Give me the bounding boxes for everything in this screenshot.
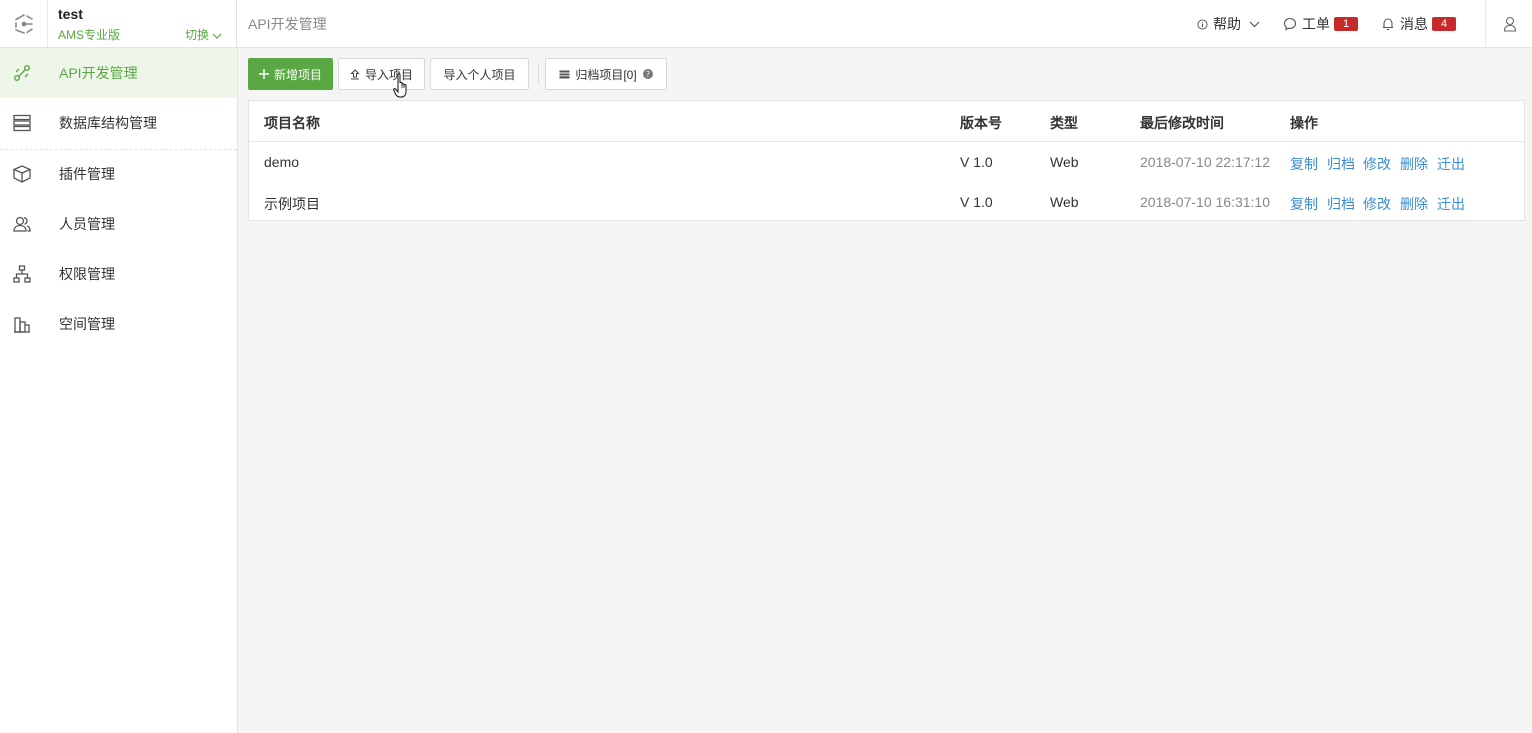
table-row[interactable]: demo V 1.0 Web 2018-07-10 22:17:12 复制 归档…: [249, 142, 1524, 182]
sidebar-item-api-dev[interactable]: API开发管理: [0, 48, 237, 98]
project-modified: 2018-07-10 16:31:10: [1140, 194, 1270, 210]
breadcrumb: API开发管理: [248, 16, 327, 32]
sidebar-item-label: 插件管理: [59, 166, 115, 182]
ticket-menu[interactable]: 工单 1: [1283, 14, 1359, 34]
move-out-link[interactable]: 迁出: [1437, 154, 1465, 174]
project-version: V 1.0: [960, 194, 993, 210]
sidebar-item-permissions[interactable]: 权限管理: [0, 249, 237, 299]
user-menu[interactable]: [1485, 0, 1532, 47]
logo-icon: [14, 13, 33, 34]
sidebar-item-label: 空间管理: [59, 316, 115, 332]
project-type: Web: [1050, 194, 1079, 210]
edit-link[interactable]: 修改: [1363, 194, 1391, 214]
workspace-switcher: test AMS专业版 切换: [48, 0, 237, 47]
header-version: 版本号: [960, 115, 1002, 131]
workspace-name: test: [58, 6, 83, 22]
workspace-switch-button[interactable]: 切换: [185, 26, 222, 43]
message-label: 消息: [1400, 16, 1428, 32]
add-project-button[interactable]: 新增项目: [248, 58, 333, 90]
table-row[interactable]: 示例项目 V 1.0 Web 2018-07-10 16:31:10 复制 归档…: [249, 182, 1524, 222]
copy-link[interactable]: 复制: [1290, 194, 1318, 214]
message-count-badge: 4: [1432, 17, 1457, 31]
import-personal-project-button[interactable]: 导入个人项目: [430, 58, 529, 90]
chat-bubble-icon: [1283, 17, 1297, 31]
header-actions: 操作: [1290, 115, 1318, 131]
info-icon: [1197, 18, 1208, 30]
sidebar-item-label: 权限管理: [59, 266, 115, 282]
header-type: 类型: [1050, 115, 1078, 131]
bell-icon: [1383, 18, 1393, 31]
header-modified: 最后修改时间: [1140, 115, 1224, 131]
user-icon: [1503, 16, 1516, 32]
archive-list-icon: [559, 70, 570, 78]
workspace-edition: AMS专业版: [58, 28, 121, 42]
sidebar-item-database[interactable]: 数据库结构管理: [0, 98, 237, 148]
api-dev-icon: [14, 65, 30, 81]
ticket-label: 工单: [1302, 16, 1330, 32]
delete-link[interactable]: 删除: [1400, 154, 1428, 174]
sidebar: API开发管理 数据库结构管理 插件管理 人员管理 权限管理 空间管理: [0, 48, 238, 733]
sidebar-item-label: API开发管理: [59, 65, 138, 81]
chevron-down-icon: [212, 33, 222, 39]
import-project-button[interactable]: 导入项目: [338, 58, 425, 90]
toolbar-divider: [538, 64, 539, 84]
move-out-link[interactable]: 迁出: [1437, 194, 1465, 214]
sidebar-item-space[interactable]: 空间管理: [0, 299, 237, 349]
project-name[interactable]: demo: [264, 154, 299, 170]
chevron-down-icon: [1249, 21, 1260, 27]
copy-link[interactable]: 复制: [1290, 154, 1318, 174]
project-table: 项目名称 版本号 类型 最后修改时间 操作 demo V 1.0 Web 201…: [248, 100, 1525, 221]
archive-link[interactable]: 归档: [1327, 194, 1355, 214]
sidebar-item-users[interactable]: 人员管理: [0, 199, 237, 249]
edit-link[interactable]: 修改: [1363, 154, 1391, 174]
building-icon: [14, 317, 30, 333]
project-modified: 2018-07-10 22:17:12: [1140, 154, 1270, 170]
hand-cursor-icon: [393, 73, 407, 98]
import-personal-label: 导入个人项目: [443, 67, 516, 82]
project-type: Web: [1050, 154, 1079, 170]
top-bar: test AMS专业版 切换 API开发管理 帮助 工单 1 消息 4: [0, 0, 1532, 48]
message-menu[interactable]: 消息 4: [1381, 14, 1457, 34]
delete-link[interactable]: 删除: [1400, 194, 1428, 214]
table-header: 项目名称 版本号 类型 最后修改时间 操作: [249, 101, 1524, 142]
header-name: 项目名称: [264, 115, 320, 131]
archived-projects-label: 归档项目[0]: [575, 67, 637, 82]
project-version: V 1.0: [960, 154, 993, 170]
hierarchy-icon: [13, 265, 31, 283]
archive-link[interactable]: 归档: [1327, 154, 1355, 174]
plugin-box-icon: [12, 165, 32, 183]
sidebar-item-label: 人员管理: [59, 216, 115, 232]
svg-text:?: ?: [646, 70, 650, 79]
workspace-switch-label: 切换: [185, 28, 210, 42]
ticket-count-badge: 1: [1334, 17, 1359, 31]
help-label: 帮助: [1213, 16, 1241, 32]
users-icon: [13, 216, 31, 232]
database-icon: [13, 114, 31, 132]
logo[interactable]: [0, 0, 48, 47]
upload-icon: [350, 68, 360, 79]
sidebar-item-label: 数据库结构管理: [59, 115, 157, 131]
add-project-label: 新增项目: [273, 67, 322, 82]
help-menu[interactable]: 帮助: [1197, 14, 1260, 34]
sidebar-item-plugins[interactable]: 插件管理: [0, 149, 237, 199]
question-circle-icon[interactable]: ?: [642, 69, 653, 79]
project-name[interactable]: 示例项目: [264, 194, 320, 214]
plus-icon: [258, 69, 269, 79]
archived-projects-button[interactable]: 归档项目[0] ?: [545, 58, 667, 90]
